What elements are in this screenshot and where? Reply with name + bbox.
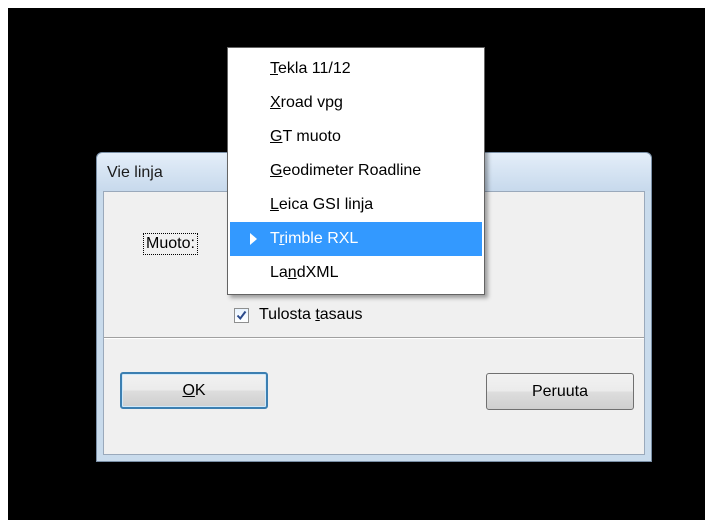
dropdown-item-tekla[interactable]: Tekla 11/12 bbox=[230, 52, 482, 86]
checkmark-icon bbox=[236, 310, 247, 320]
cancel-button[interactable]: Peruuta bbox=[486, 373, 634, 410]
dropdown-item-gt-muoto[interactable]: GT muoto bbox=[230, 120, 482, 154]
print-alignment-label: Tulosta tasaus bbox=[259, 306, 363, 323]
dropdown-item-geodimeter[interactable]: Geodimeter Roadline bbox=[230, 154, 482, 188]
selection-arrow-icon bbox=[250, 233, 257, 245]
print-alignment-option[interactable]: Tulosta tasaus bbox=[234, 305, 362, 325]
format-label: Muoto: bbox=[143, 233, 198, 255]
separator bbox=[104, 337, 644, 339]
ok-button[interactable]: OK bbox=[120, 372, 268, 409]
print-alignment-checkbox[interactable] bbox=[234, 307, 249, 323]
dropdown-item-xroad[interactable]: Xroad vpg bbox=[230, 86, 482, 120]
dropdown-item-leica[interactable]: Leica GSI linja bbox=[230, 188, 482, 222]
dropdown-item-landxml[interactable]: LandXML bbox=[230, 256, 482, 290]
dropdown-item-trimble[interactable]: Trimble RXL bbox=[230, 222, 482, 256]
dialog-title: Vie linja bbox=[107, 164, 163, 181]
format-dropdown-list[interactable]: Tekla 11/12 Xroad vpg GT muoto Geodimete… bbox=[227, 47, 485, 295]
